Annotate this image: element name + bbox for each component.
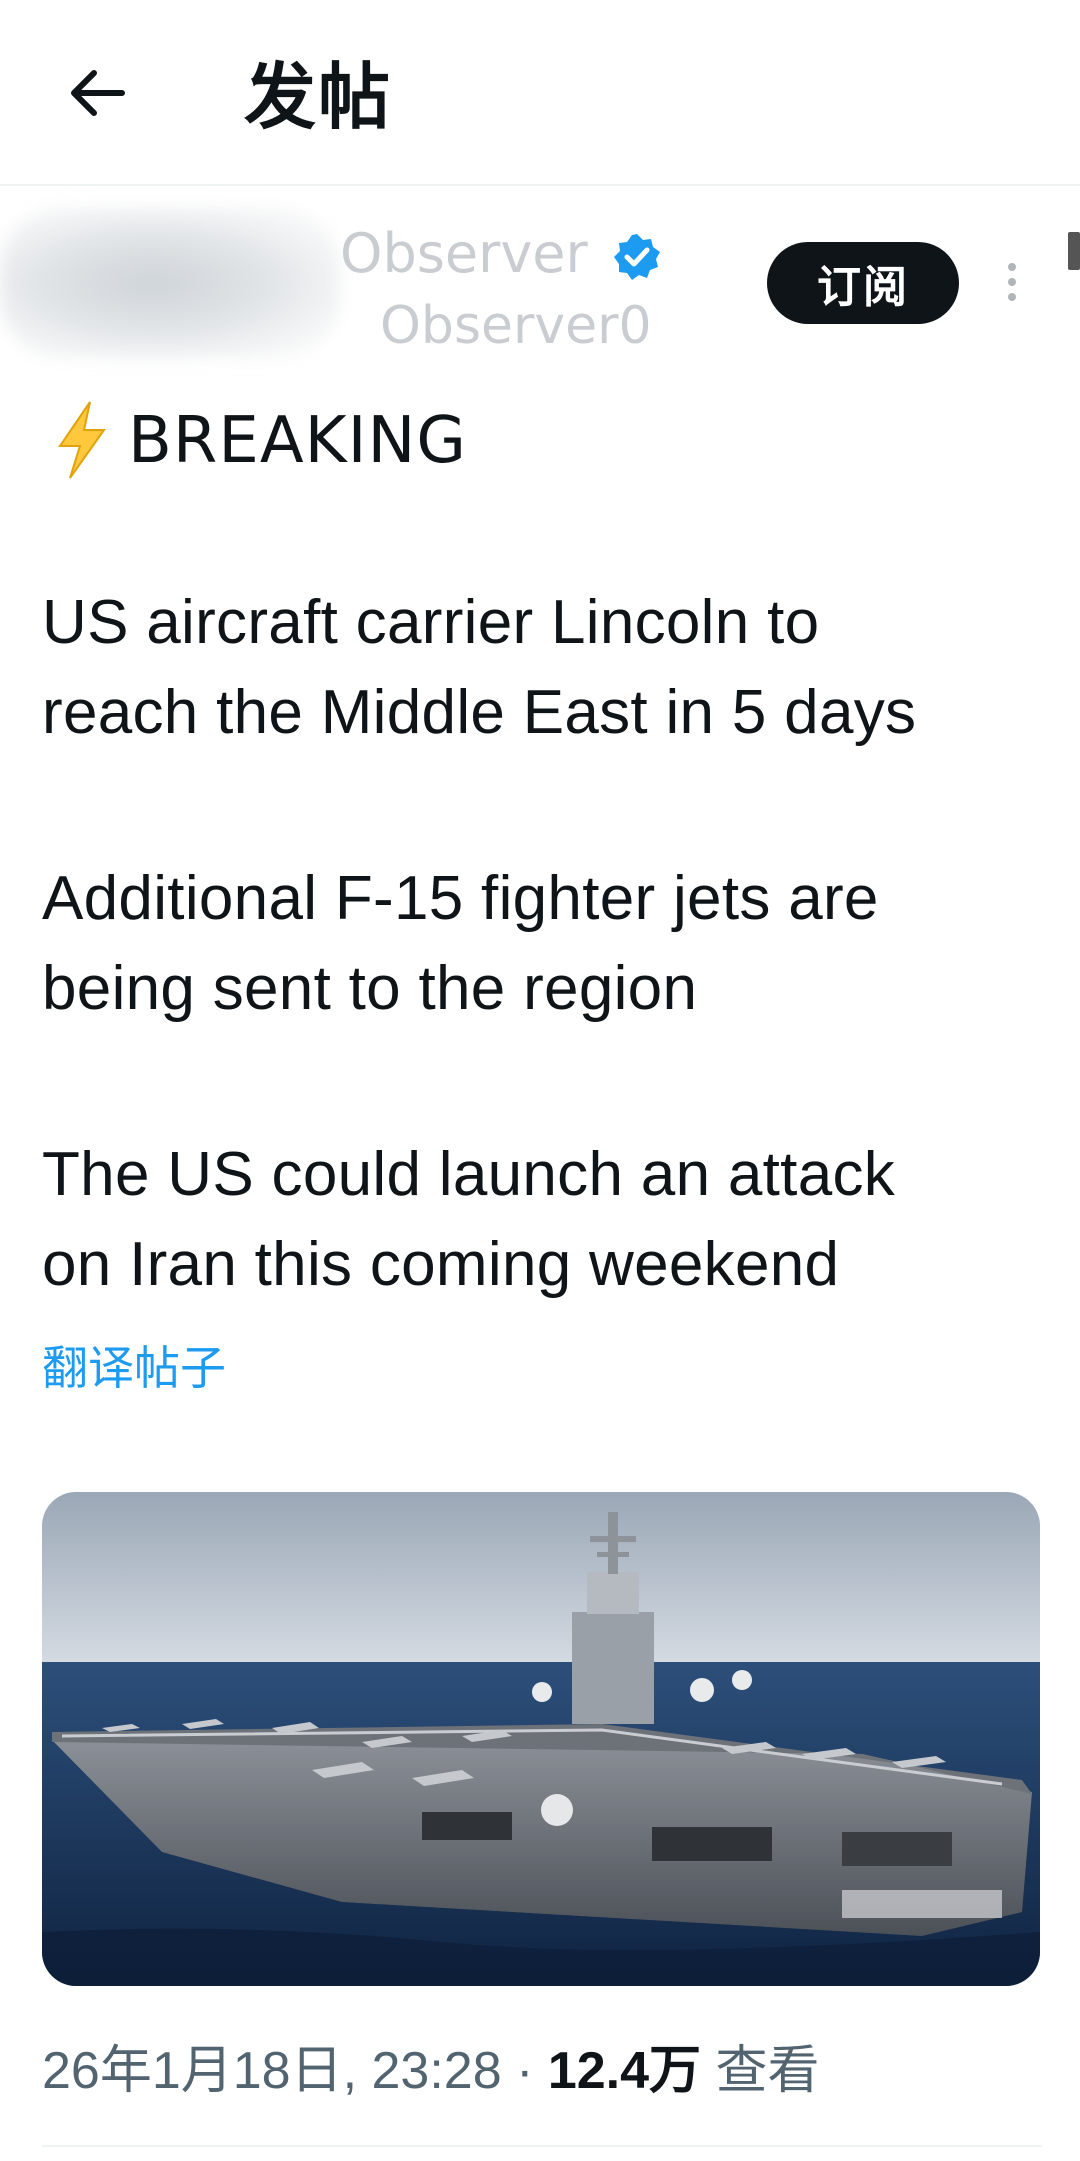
author-handle[interactable]: Observer0: [380, 296, 652, 356]
post-line: reach the Middle East in 5 days: [42, 678, 917, 747]
lightning-bolt-icon: [58, 401, 106, 479]
post-image[interactable]: [42, 1492, 1040, 1986]
aircraft-carrier-photo: [42, 1492, 1040, 1986]
author-display-name[interactable]: Observer: [340, 224, 588, 284]
arrow-left-icon[interactable]: [62, 58, 132, 128]
post-headline: BREAKING: [128, 404, 467, 478]
scrollbar-thumb[interactable]: [1068, 232, 1080, 270]
more-vertical-icon[interactable]: [995, 258, 1029, 308]
view-count: 12.4万: [547, 2042, 702, 2100]
post-paragraph: The US could launch an attack on Iran th…: [42, 1130, 1052, 1310]
avatar[interactable]: [0, 208, 340, 358]
post-meta: 26年1月18日, 23:28 · 12.4万 查看: [42, 2036, 820, 2106]
post-line: being sent to the region: [42, 954, 698, 1023]
post-line: The US could launch an attack: [42, 1140, 896, 1209]
verified-badge-icon: [614, 234, 660, 280]
views-label: 查看: [701, 2042, 820, 2100]
post-timestamp[interactable]: 26年1月18日, 23:28: [42, 2042, 502, 2100]
top-bar: 发帖: [0, 0, 1080, 186]
post-paragraph: US aircraft carrier Lincoln to reach the…: [42, 578, 1052, 758]
page-title: 发帖: [244, 55, 393, 139]
post-line: on Iran this coming weekend: [42, 1230, 840, 1299]
post-line: US aircraft carrier Lincoln to: [42, 588, 820, 657]
translate-post-link[interactable]: 翻译帖子: [42, 1338, 226, 1398]
meta-separator: ·: [501, 2042, 548, 2100]
divider: [42, 2145, 1042, 2147]
subscribe-button[interactable]: 订阅: [767, 242, 959, 324]
post-paragraph: Additional F-15 fighter jets are being s…: [42, 854, 1052, 1034]
post-line: Additional F-15 fighter jets are: [42, 864, 879, 933]
